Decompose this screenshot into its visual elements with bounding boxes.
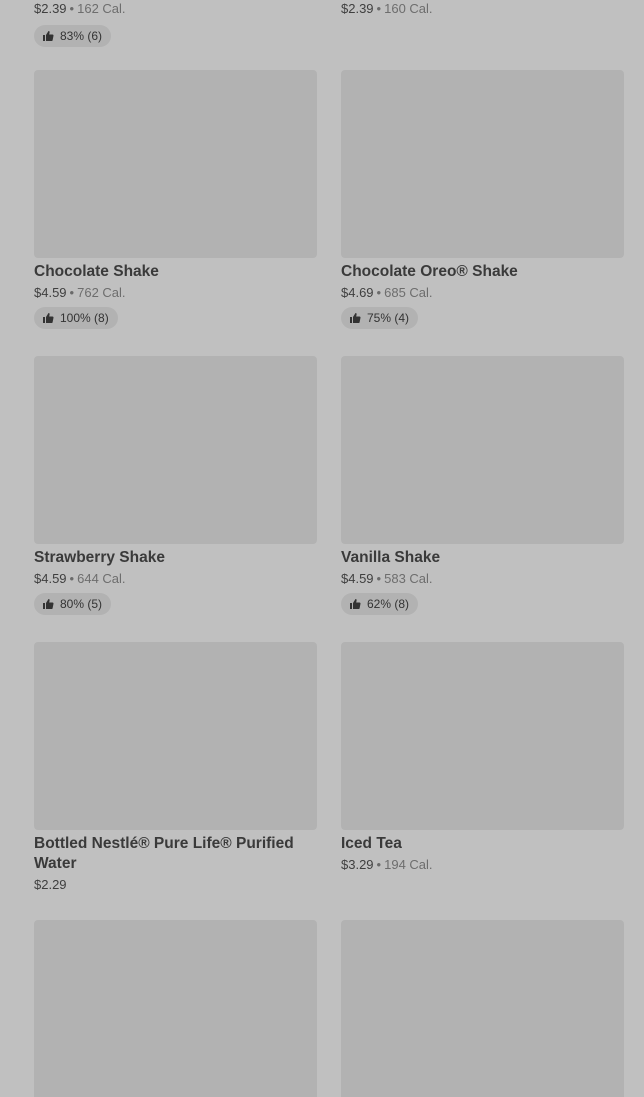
separator: •	[376, 1, 382, 16]
price-calories: $3.29 • 194 Cal.	[341, 856, 624, 874]
menu-item-card[interactable]: $2.39 • 160 Cal.	[341, 0, 624, 18]
menu-item-card[interactable]: Chocolate Shake $4.59 • 762 Cal. 100% (8)	[34, 70, 317, 329]
item-name: Chocolate Oreo® Shake	[341, 263, 518, 280]
price-calories: $4.59 • 644 Cal.	[34, 570, 317, 588]
calories: 583 Cal.	[384, 571, 433, 586]
item-image[interactable]	[341, 642, 624, 830]
price: $4.59	[34, 285, 67, 300]
rating-badge: 75% (4)	[341, 307, 419, 329]
price-calories: $4.59 • 583 Cal.	[341, 570, 624, 588]
thumbs-up-icon	[43, 313, 54, 323]
rating-badge: 62% (8)	[341, 593, 419, 615]
price: $4.69	[341, 285, 374, 300]
thumbs-up-icon	[350, 599, 361, 609]
calories: 194 Cal.	[384, 857, 433, 872]
calories: 644 Cal.	[77, 571, 126, 586]
item-name: Vanilla Shake	[341, 549, 441, 566]
price: $2.29	[34, 877, 67, 892]
item-name: Bottled Nestlé® Pure Life® Purified Wate…	[34, 835, 294, 872]
separator: •	[376, 285, 382, 300]
rating-text: 75% (4)	[367, 311, 410, 325]
price: $2.39	[341, 1, 374, 16]
rating-badge: 83% (6)	[34, 25, 112, 47]
price-calories: $2.39 • 160 Cal.	[341, 0, 624, 18]
price: $4.59	[34, 571, 67, 586]
separator: •	[69, 1, 75, 16]
item-image[interactable]	[34, 70, 317, 258]
rating-badge: 80% (5)	[34, 593, 112, 615]
separator: •	[376, 857, 382, 872]
item-name: Strawberry Shake	[34, 549, 165, 566]
menu-item-card[interactable]: Iced Tea $3.29 • 194 Cal.	[341, 642, 624, 874]
item-name: Chocolate Shake	[34, 263, 159, 280]
item-image[interactable]	[341, 356, 624, 544]
menu-item-card[interactable]	[34, 920, 317, 1097]
menu-item-card[interactable]: Vanilla Shake $4.59 • 583 Cal. 62% (8)	[341, 356, 624, 615]
thumbs-up-icon	[43, 599, 54, 609]
menu-item-card[interactable]: $2.39 • 162 Cal. 83% (6)	[34, 0, 317, 47]
price-calories: $4.59 • 762 Cal.	[34, 284, 317, 302]
price-calories: $4.69 • 685 Cal.	[341, 284, 624, 302]
menu-item-card[interactable]: Chocolate Oreo® Shake $4.69 • 685 Cal. 75%…	[341, 70, 624, 329]
price: $4.59	[341, 571, 374, 586]
menu-item-card[interactable]	[341, 920, 624, 1097]
calories: 162 Cal.	[77, 1, 126, 16]
rating-text: 83% (6)	[60, 29, 103, 43]
thumbs-up-icon	[350, 313, 361, 323]
separator: •	[69, 571, 75, 586]
calories: 762 Cal.	[77, 285, 126, 300]
price: $2.39	[34, 1, 67, 16]
calories: 160 Cal.	[384, 1, 433, 16]
item-image[interactable]	[341, 70, 624, 258]
item-name: Iced Tea	[341, 835, 402, 852]
item-image[interactable]	[34, 642, 317, 830]
rating-badge: 100% (8)	[34, 307, 118, 329]
separator: •	[376, 571, 382, 586]
menu-item-card[interactable]: Bottled Nestlé® Pure Life® Purified Wate…	[34, 642, 317, 894]
price: $3.29	[341, 857, 374, 872]
item-image[interactable]	[341, 920, 624, 1097]
calories: 685 Cal.	[384, 285, 433, 300]
menu-item-card[interactable]: Strawberry Shake $4.59 • 644 Cal. 80% (5)	[34, 356, 317, 615]
price-calories: $2.29	[34, 876, 317, 894]
rating-text: 100% (8)	[60, 311, 109, 325]
separator: •	[69, 285, 75, 300]
item-image[interactable]	[34, 920, 317, 1097]
thumbs-up-icon	[43, 31, 54, 41]
rating-text: 80% (5)	[60, 597, 103, 611]
item-image[interactable]	[34, 356, 317, 544]
price-calories: $2.39 • 162 Cal.	[34, 0, 317, 18]
rating-text: 62% (8)	[367, 597, 410, 611]
